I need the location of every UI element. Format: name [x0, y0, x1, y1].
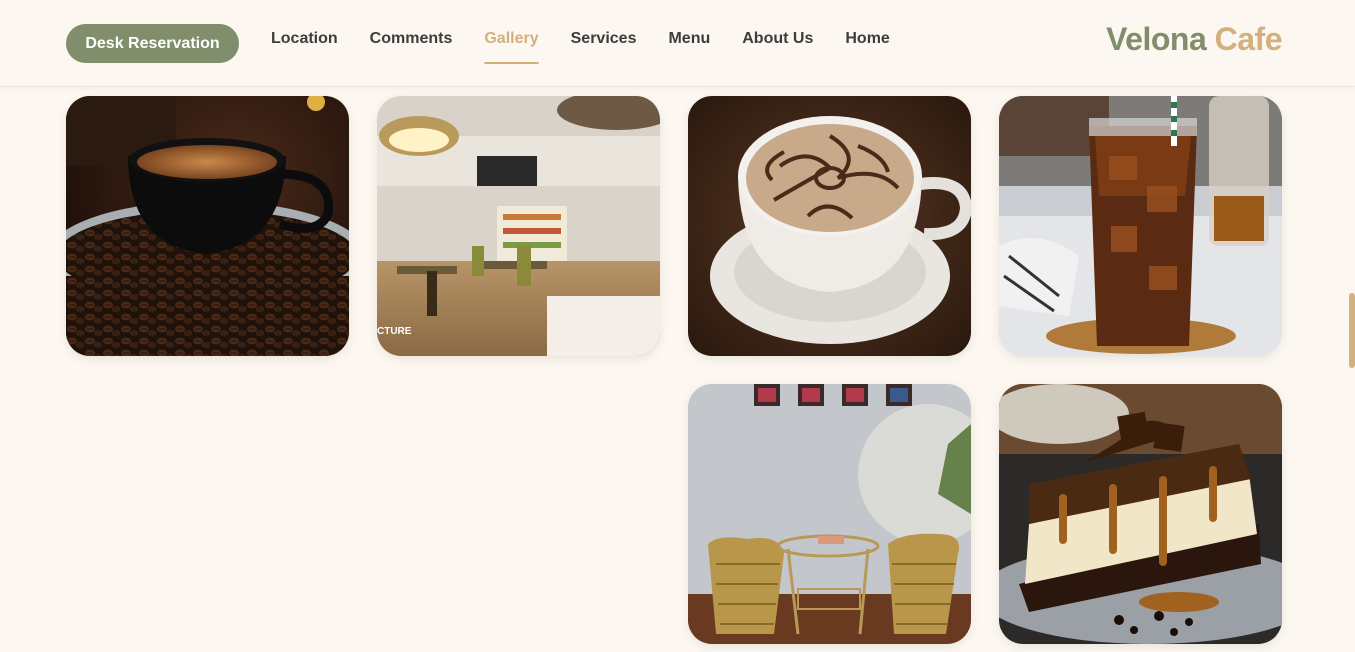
gallery-image-cheesecake[interactable] — [999, 384, 1282, 644]
desk-reservation-button[interactable]: Desk Reservation — [66, 24, 239, 63]
gallery-image-latte-art[interactable] — [688, 96, 971, 356]
nav-comments[interactable]: Comments — [370, 30, 453, 64]
latte-art-photo — [688, 96, 971, 356]
gallery-image-espresso[interactable] — [66, 96, 349, 356]
main-nav: Location Comments Gallery Services Menu … — [271, 30, 922, 64]
gallery-image-cafe-interior[interactable]: CTURE — [377, 96, 660, 356]
nav-location[interactable]: Location — [271, 30, 338, 64]
nav-services[interactable]: Services — [571, 30, 637, 64]
nav-home[interactable]: Home — [845, 30, 889, 64]
nav-menu[interactable]: Menu — [668, 30, 710, 64]
logo-word-velona: Velona — [1106, 21, 1207, 57]
espresso-photo — [66, 96, 349, 356]
cafe-interior-photo: CTURE — [377, 96, 660, 356]
nav-about-us[interactable]: About Us — [742, 30, 813, 64]
seating-photo — [688, 384, 971, 644]
watermark-text: CTURE — [377, 326, 412, 337]
gallery-image-seating[interactable] — [688, 384, 971, 644]
nav-gallery[interactable]: Gallery — [484, 30, 539, 64]
site-logo[interactable]: Velona Cafe — [1106, 21, 1282, 58]
logo-word-cafe: Cafe — [1214, 21, 1283, 57]
page-scrollbar[interactable] — [1349, 293, 1355, 368]
site-header: Desk Reservation Location Comments Galle… — [0, 0, 1355, 87]
iced-drink-photo — [999, 96, 1282, 356]
gallery-image-iced-drink[interactable] — [999, 96, 1282, 356]
cheesecake-photo — [999, 384, 1282, 644]
